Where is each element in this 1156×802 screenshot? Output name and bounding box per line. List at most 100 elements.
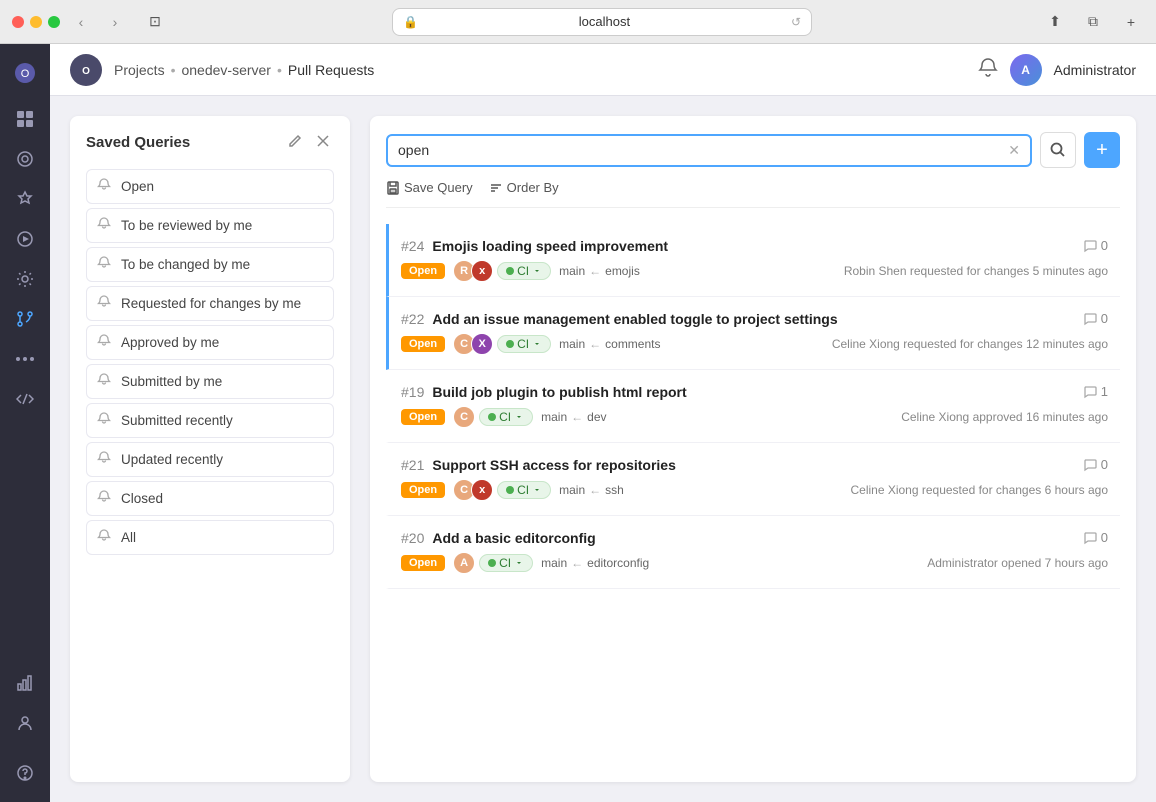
panel-header: Saved Queries <box>86 132 334 153</box>
project-link[interactable]: onedev-server <box>181 62 271 78</box>
breadcrumb-sep2: • <box>277 62 282 78</box>
addressbar: 🔒 localhost ↺ <box>256 8 948 36</box>
ci-badge[interactable]: CI <box>479 554 533 572</box>
deploy-icon[interactable] <box>6 220 44 258</box>
open-badge: Open <box>401 263 445 279</box>
fullscreen-traffic-light[interactable] <box>48 16 60 28</box>
pr-avatar: x <box>471 479 493 501</box>
pr-comment-count: 1 <box>1083 384 1108 399</box>
reload-icon[interactable]: ↺ <box>791 15 801 29</box>
pr-avatars: C <box>453 406 471 428</box>
code-icon[interactable] <box>6 380 44 418</box>
close-queries-button[interactable] <box>312 132 334 153</box>
branch-arrow: ← <box>589 337 601 351</box>
head-branch: ssh <box>605 483 624 497</box>
query-item[interactable]: Approved by me <box>86 325 334 360</box>
back-button[interactable]: ‹ <box>68 9 94 35</box>
notification-button[interactable] <box>978 57 998 82</box>
url-bar[interactable]: 🔒 localhost ↺ <box>392 8 812 36</box>
query-item[interactable]: To be reviewed by me <box>86 208 334 243</box>
window-button[interactable]: ⊡ <box>142 9 168 35</box>
close-traffic-light[interactable] <box>12 16 24 28</box>
issues-icon[interactable] <box>6 140 44 178</box>
pr-item-top: #20 Add a basic editorconfig 0 <box>401 530 1108 546</box>
query-item[interactable]: Submitted recently <box>86 403 334 438</box>
topbar: O Projects • onedev-server • Pull Reques… <box>50 44 1156 96</box>
add-pr-button[interactable]: + <box>1084 132 1120 168</box>
query-item[interactable]: To be changed by me <box>86 247 334 282</box>
pr-item[interactable]: #24 Emojis loading speed improvement 0 O… <box>386 224 1120 297</box>
save-query-button[interactable]: Save Query <box>386 180 473 195</box>
edit-queries-button[interactable] <box>284 132 306 153</box>
query-item[interactable]: Requested for changes by me <box>86 286 334 321</box>
icon-sidebar: O <box>0 44 50 802</box>
pr-branch: main ← editorconfig <box>541 556 649 570</box>
query-item[interactable]: Updated recently <box>86 442 334 477</box>
content-area: Saved Queries Open <box>50 96 1156 802</box>
members-icon[interactable] <box>6 704 44 742</box>
pr-meta: Open C CI main ← dev Celine Xiong approv… <box>401 406 1108 428</box>
projects-link[interactable]: Projects <box>114 62 165 78</box>
search-button[interactable] <box>1040 132 1076 168</box>
share-button[interactable]: ⬆ <box>1042 9 1068 35</box>
pr-item[interactable]: #21 Support SSH access for repositories … <box>386 443 1120 516</box>
analytics-icon[interactable] <box>6 664 44 702</box>
search-clear-button[interactable]: ✕ <box>1008 142 1020 159</box>
url-text: localhost <box>424 14 785 29</box>
main-area: O Projects • onedev-server • Pull Reques… <box>50 44 1156 802</box>
query-item[interactable]: All <box>86 520 334 555</box>
ci-badge[interactable]: CI <box>497 262 551 280</box>
query-item[interactable]: Open <box>86 169 334 204</box>
pr-item[interactable]: #19 Build job plugin to publish html rep… <box>386 370 1120 443</box>
comment-icon <box>1083 239 1097 253</box>
pr-comment-count: 0 <box>1083 457 1108 472</box>
query-bell-icon <box>97 412 111 429</box>
branch-arrow: ← <box>589 483 601 497</box>
pr-activity: Celine Xiong requested for changes 6 hou… <box>850 483 1108 497</box>
base-branch: main <box>559 264 585 278</box>
pr-item[interactable]: #22 Add an issue management enabled togg… <box>386 297 1120 370</box>
topbar-right: A Administrator <box>978 54 1136 86</box>
builds-icon[interactable] <box>6 180 44 218</box>
query-label: To be changed by me <box>121 257 250 272</box>
query-item[interactable]: Submitted by me <box>86 364 334 399</box>
query-label: Updated recently <box>121 452 223 467</box>
app-logo[interactable]: O <box>6 54 44 92</box>
pr-title: Add a basic editorconfig <box>432 530 595 546</box>
forward-button[interactable]: › <box>102 9 128 35</box>
dashboard-icon[interactable] <box>6 100 44 138</box>
settings-icon[interactable] <box>6 260 44 298</box>
user-avatar[interactable]: A <box>1010 54 1042 86</box>
search-bar: ✕ + <box>386 132 1120 168</box>
pr-comment-count: 0 <box>1083 238 1108 253</box>
ci-dot <box>506 340 514 348</box>
ci-badge[interactable]: CI <box>497 481 551 499</box>
pr-activity: Celine Xiong approved 16 minutes ago <box>901 410 1108 424</box>
comment-number: 0 <box>1101 530 1108 545</box>
open-badge: Open <box>401 555 445 571</box>
pr-avatar: A <box>453 552 475 574</box>
more-icon[interactable] <box>6 340 44 378</box>
tabs-button[interactable]: ⧉ <box>1080 9 1106 35</box>
ci-badge[interactable]: CI <box>497 335 551 353</box>
query-item[interactable]: Closed <box>86 481 334 516</box>
pr-item[interactable]: #20 Add a basic editorconfig 0 Open A CI… <box>386 516 1120 589</box>
pr-avatar: X <box>471 333 493 355</box>
search-input[interactable] <box>398 142 1008 158</box>
order-by-button[interactable]: Order By <box>489 180 559 195</box>
open-badge: Open <box>401 482 445 498</box>
ci-badge[interactable]: CI <box>479 408 533 426</box>
pr-title-row: #21 Support SSH access for repositories <box>401 457 676 473</box>
pr-number: #19 <box>401 384 424 400</box>
pr-number: #21 <box>401 457 424 473</box>
comment-number: 0 <box>1101 457 1108 472</box>
query-bell-icon <box>97 451 111 468</box>
pr-number: #20 <box>401 530 424 546</box>
pr-branch: main ← dev <box>541 410 606 424</box>
pr-meta: Open Rx CI main ← emojis Robin Shen requ… <box>401 260 1108 282</box>
pullrequests-icon[interactable] <box>6 300 44 338</box>
ci-dot <box>506 267 514 275</box>
new-tab-button[interactable]: + <box>1118 9 1144 35</box>
help-icon[interactable] <box>6 754 44 792</box>
minimize-traffic-light[interactable] <box>30 16 42 28</box>
